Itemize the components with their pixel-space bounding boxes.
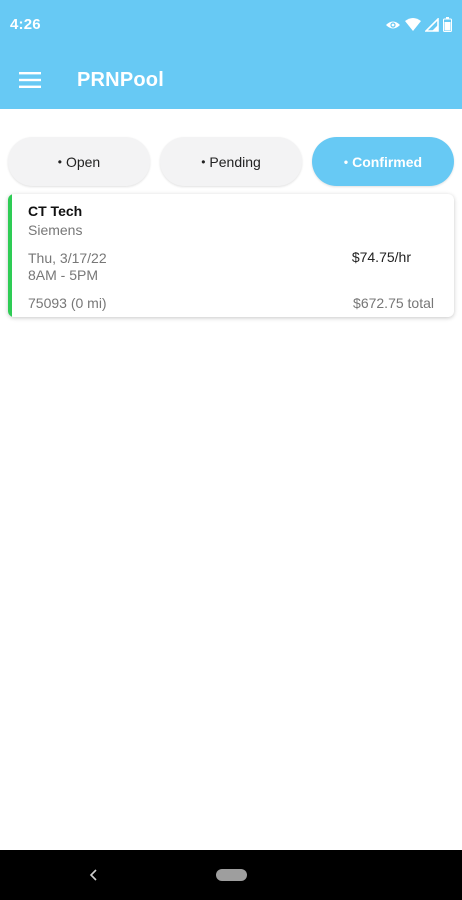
- shift-time: 8AM - 5PM: [28, 267, 99, 283]
- app-screen: 4:26 PRNPool • Open • Pending • Confirme…: [0, 0, 462, 900]
- filter-open-button[interactable]: • Open: [8, 137, 150, 186]
- status-icons: [385, 17, 452, 32]
- bullet: •: [201, 154, 206, 169]
- signal-icon: [425, 17, 439, 32]
- eye-icon: [385, 18, 401, 32]
- back-chevron-icon[interactable]: [86, 867, 102, 883]
- filter-confirmed-label: Confirmed: [352, 153, 423, 170]
- filter-open-label: Open: [65, 153, 101, 170]
- shift-date: Thu, 3/17/22: [28, 250, 107, 266]
- status-filter-tabs: • Open • Pending • Confirmed: [8, 137, 454, 186]
- system-nav-bar: [0, 850, 462, 900]
- battery-icon: [443, 17, 452, 32]
- bullet: •: [57, 154, 62, 169]
- wifi-icon: [405, 17, 421, 32]
- app-bar: PRNPool: [0, 52, 462, 109]
- shift-rate: $74.75/hr: [351, 249, 411, 265]
- shift-card[interactable]: CT Tech Siemens Thu, 3/17/22 8AM - 5PM $…: [8, 194, 454, 317]
- filter-confirmed-button[interactable]: • Confirmed: [312, 137, 454, 186]
- filter-pending-label: Pending: [209, 153, 261, 170]
- filter-pending-button[interactable]: • Pending: [160, 137, 302, 186]
- status-bar: 4:26: [0, 0, 462, 52]
- shift-company: Siemens: [28, 222, 83, 238]
- shift-total: $672.75 total: [353, 295, 434, 311]
- hamburger-menu-icon[interactable]: [14, 66, 46, 94]
- app-title: PRNPool: [77, 69, 164, 91]
- shift-status-accent: [8, 194, 12, 317]
- status-time: 4:26: [10, 16, 41, 33]
- bullet: •: [343, 154, 349, 169]
- header: 4:26 PRNPool: [0, 0, 462, 109]
- shift-title: CT Tech: [28, 203, 83, 219]
- home-pill-icon[interactable]: [216, 869, 247, 881]
- shift-location: 75093 (0 mi): [28, 295, 107, 311]
